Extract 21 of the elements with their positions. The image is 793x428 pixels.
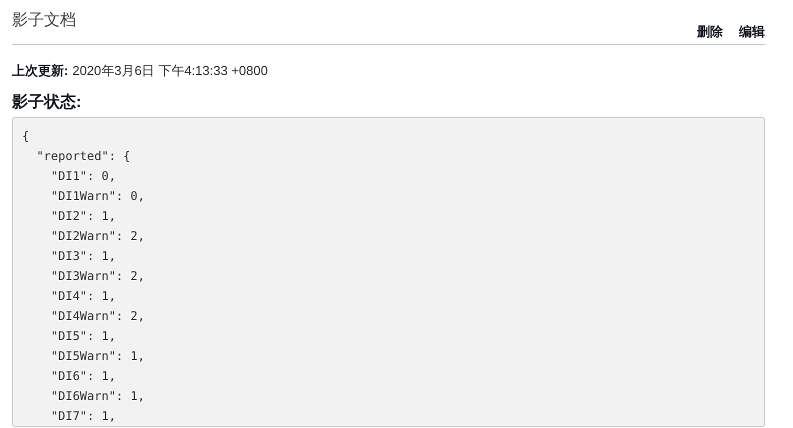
code-line: "DI4Warn": 2, <box>50 308 145 324</box>
code-line: "DI2Warn": 2, <box>50 228 145 244</box>
section-heading: 影子状态: <box>12 92 82 112</box>
code-line: "DI1Warn": 0, <box>50 188 145 204</box>
code-line: "DI7": 1, <box>50 408 116 424</box>
last-updated-label: 上次更新: <box>12 62 68 80</box>
last-updated-value: 2020年3月6日 下午4:13:33 +0800 <box>72 62 268 80</box>
code-line: { <box>22 128 30 144</box>
code-line: "DI4": 1, <box>50 288 116 304</box>
code-line: "DI6": 1, <box>50 368 116 384</box>
action-link[interactable]: 编辑 <box>739 22 765 41</box>
action-link[interactable]: 删除 <box>697 22 723 41</box>
code-line: "DI6Warn": 1, <box>50 388 145 404</box>
page-title: 影子文档 <box>12 10 76 31</box>
code-line: "DI5": 1, <box>50 328 116 344</box>
code-line: "DI1": 0, <box>50 168 116 184</box>
code-line: "reported": { <box>35 148 130 164</box>
code-line: "DI3Warn": 2, <box>50 268 145 284</box>
code-line: "DI2": 1, <box>50 208 116 224</box>
code-line: "DI5Warn": 1, <box>50 348 145 364</box>
code-line: "DI3": 1, <box>50 248 116 264</box>
